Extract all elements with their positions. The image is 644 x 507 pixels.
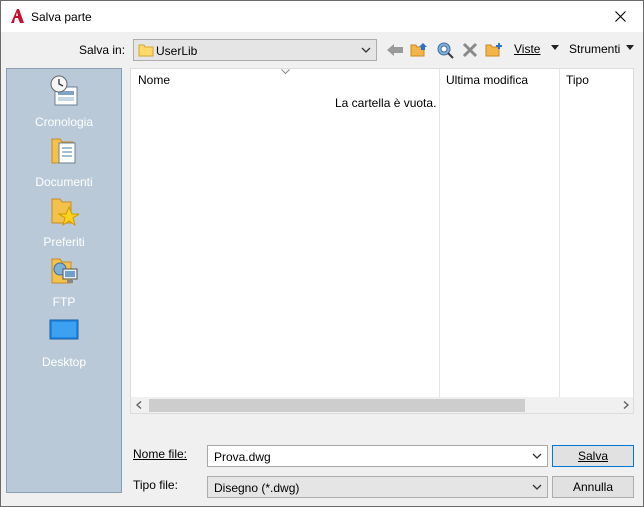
history-icon bbox=[50, 75, 78, 106]
filetype-value: Disegno (*.dwg) bbox=[214, 481, 300, 495]
close-icon bbox=[614, 11, 626, 22]
place-label-documents: Documenti bbox=[35, 175, 93, 189]
up-folder-button[interactable] bbox=[408, 39, 430, 61]
delete-button[interactable] bbox=[459, 39, 481, 61]
place-ftp[interactable]: FTP bbox=[7, 255, 121, 313]
save-in-dropdown[interactable]: UserLib bbox=[133, 39, 377, 61]
save-in-label: Salva in: bbox=[79, 43, 126, 57]
scroll-left-icon[interactable] bbox=[136, 401, 142, 409]
filetype-dropdown[interactable]: Disegno (*.dwg) bbox=[207, 476, 548, 498]
delete-x-icon bbox=[462, 42, 478, 58]
save-in-value: UserLib bbox=[156, 44, 198, 58]
place-history[interactable]: Cronologia bbox=[7, 75, 121, 133]
back-button[interactable] bbox=[384, 39, 406, 61]
column-divider bbox=[439, 69, 440, 397]
column-header-type[interactable]: Tipo bbox=[566, 73, 589, 87]
place-label-desktop: Desktop bbox=[41, 355, 87, 369]
views-dropdown-icon[interactable] bbox=[551, 45, 559, 51]
ftp-icon bbox=[51, 258, 78, 284]
place-desktop[interactable]: Desktop bbox=[7, 315, 121, 373]
save-button[interactable]: Salva bbox=[552, 445, 634, 467]
title-bar: Salva parte bbox=[1, 1, 643, 32]
search-globe-icon bbox=[437, 42, 454, 59]
place-label-favorites: Preferiti bbox=[43, 235, 85, 249]
file-list[interactable]: Nome Ultima modifica Tipo La cartella è … bbox=[130, 68, 634, 414]
empty-folder-message: La cartella è vuota. bbox=[335, 96, 437, 110]
column-divider bbox=[559, 69, 560, 397]
views-label: Viste bbox=[514, 42, 541, 56]
folder-icon bbox=[138, 44, 154, 57]
save-button-label: Salva bbox=[577, 449, 609, 463]
scroll-right-icon[interactable] bbox=[623, 401, 629, 409]
place-label-history: Cronologia bbox=[34, 115, 94, 129]
new-folder-icon bbox=[485, 43, 502, 57]
place-favorites[interactable]: Preferiti bbox=[7, 195, 121, 253]
back-arrow-icon bbox=[387, 44, 403, 56]
filetype-label: Tipo file: bbox=[133, 478, 178, 492]
window-title: Salva parte bbox=[31, 10, 92, 24]
desktop-icon bbox=[49, 319, 79, 340]
filename-value: Prova.dwg bbox=[214, 450, 271, 464]
column-header-name[interactable]: Nome bbox=[138, 73, 170, 87]
chevron-down-icon[interactable] bbox=[531, 450, 543, 462]
chevron-down-icon bbox=[532, 484, 542, 490]
sort-indicator-icon bbox=[281, 69, 290, 74]
new-folder-button[interactable] bbox=[483, 39, 505, 61]
tools-dropdown-icon[interactable] bbox=[626, 45, 634, 51]
places-bar: Cronologia Documenti Preferiti FTP Deskt… bbox=[6, 68, 122, 493]
close-button[interactable] bbox=[597, 1, 643, 32]
save-dialog: Salva parte Salva in: UserLib Viste Stru… bbox=[0, 0, 644, 507]
filename-input[interactable]: Prova.dwg bbox=[207, 445, 548, 467]
tools-menu-button[interactable]: Strumenti bbox=[569, 42, 620, 56]
autocad-app-icon bbox=[11, 9, 24, 23]
filename-label: Nome file: bbox=[133, 447, 187, 461]
filename-label-text: Nome file: bbox=[133, 447, 188, 461]
column-header-modified[interactable]: Ultima modifica bbox=[446, 73, 528, 87]
place-documents[interactable]: Documenti bbox=[7, 135, 121, 193]
cancel-button[interactable]: Annulla bbox=[552, 476, 634, 498]
favorites-icon bbox=[51, 198, 79, 227]
up-folder-icon bbox=[410, 43, 427, 57]
place-label-ftp: FTP bbox=[52, 295, 76, 309]
views-menu-button[interactable]: Viste bbox=[514, 42, 540, 56]
horizontal-scrollbar[interactable] bbox=[131, 397, 633, 413]
search-web-button[interactable] bbox=[434, 39, 456, 61]
chevron-down-icon bbox=[361, 47, 371, 53]
scrollbar-thumb[interactable] bbox=[149, 399, 525, 412]
documents-icon bbox=[51, 138, 76, 164]
